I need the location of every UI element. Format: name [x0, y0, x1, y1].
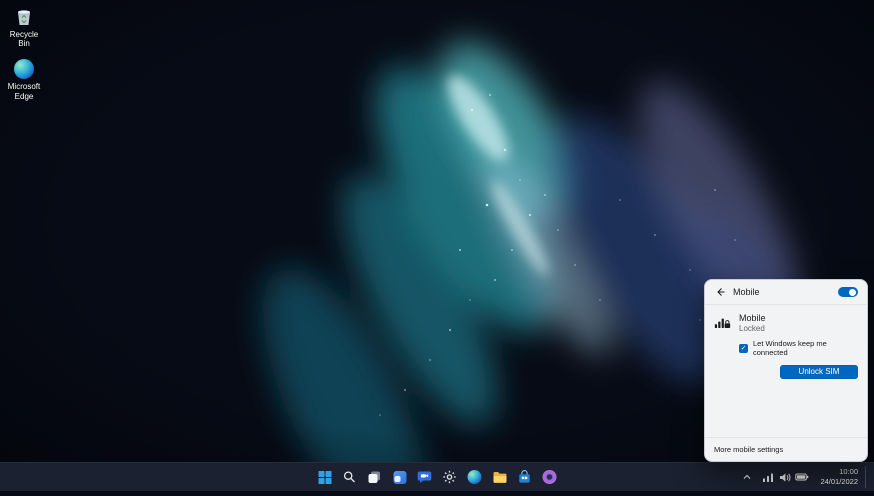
toggle-knob	[849, 289, 856, 296]
edge-button[interactable]	[464, 466, 486, 488]
volume-icon	[779, 472, 791, 483]
microsoft-edge-shortcut[interactable]: Microsoft Edge	[2, 58, 46, 100]
tray-date: 24/01/2022	[820, 477, 858, 487]
edge-icon	[468, 470, 482, 484]
mobile-toggle[interactable]	[838, 287, 858, 297]
task-view-icon	[368, 470, 382, 484]
battery-icon	[795, 472, 809, 482]
start-button[interactable]	[314, 466, 336, 488]
edge-shortcut-label: Microsoft Edge	[3, 82, 45, 100]
flyout-title: Mobile	[733, 287, 760, 297]
settings-button[interactable]	[439, 466, 461, 488]
gear-icon	[443, 470, 457, 484]
quick-settings-button[interactable]	[758, 466, 813, 488]
store-bag-icon	[518, 470, 532, 484]
flyout-spacer	[705, 383, 867, 437]
store-button[interactable]	[514, 466, 536, 488]
desktop-icon-area: Recycle Bin Microsoft Edge	[2, 6, 46, 101]
photos-button[interactable]	[539, 466, 561, 488]
windows-logo-icon	[318, 471, 331, 484]
file-explorer-button[interactable]	[489, 466, 511, 488]
photos-icon	[543, 470, 557, 484]
keep-connected-checkbox[interactable]: ✓ Let Windows keep me connected	[739, 339, 858, 357]
chat-icon	[418, 470, 432, 484]
hidden-icons-button[interactable]	[738, 466, 756, 488]
button-row: Unlock SIM	[705, 357, 867, 383]
checkbox-label: Let Windows keep me connected	[753, 339, 858, 357]
taskbar: 10:00 24/01/2022	[0, 462, 874, 491]
folder-icon	[492, 471, 507, 484]
back-arrow-icon	[715, 287, 725, 297]
recycle-bin-icon	[13, 6, 35, 28]
recycle-bin-shortcut[interactable]: Recycle Bin	[2, 6, 46, 48]
network-text: Mobile Locked	[739, 313, 766, 333]
chevron-up-icon	[742, 472, 752, 482]
recycle-bin-label: Recycle Bin	[3, 30, 45, 48]
search-icon	[343, 470, 357, 484]
network-status: Locked	[739, 324, 766, 333]
clock[interactable]: 10:00 24/01/2022	[815, 466, 863, 488]
flyout-footer: More mobile settings	[705, 437, 867, 461]
task-view-button[interactable]	[364, 466, 386, 488]
search-button[interactable]	[339, 466, 361, 488]
network-name: Mobile	[739, 313, 766, 323]
tray-time: 10:00	[839, 467, 858, 477]
show-desktop-button[interactable]	[865, 466, 870, 488]
taskbar-center-icons	[314, 466, 561, 488]
mobile-network-flyout: Mobile Mobile Locked ✓ Let Windows keep …	[704, 279, 868, 462]
back-button[interactable]	[714, 286, 726, 298]
flyout-header: Mobile	[705, 280, 867, 305]
chat-button[interactable]	[414, 466, 436, 488]
widgets-icon	[393, 471, 406, 484]
more-mobile-settings-link[interactable]: More mobile settings	[714, 445, 783, 454]
unlock-sim-button[interactable]: Unlock SIM	[780, 365, 858, 379]
mobile-network-item[interactable]: Mobile Locked	[705, 305, 867, 335]
cellular-locked-icon	[714, 314, 731, 331]
system-tray: 10:00 24/01/2022	[738, 463, 870, 491]
widgets-button[interactable]	[389, 466, 411, 488]
edge-icon	[13, 58, 35, 80]
checkbox-checked-icon: ✓	[739, 344, 748, 353]
network-icon	[762, 472, 775, 483]
